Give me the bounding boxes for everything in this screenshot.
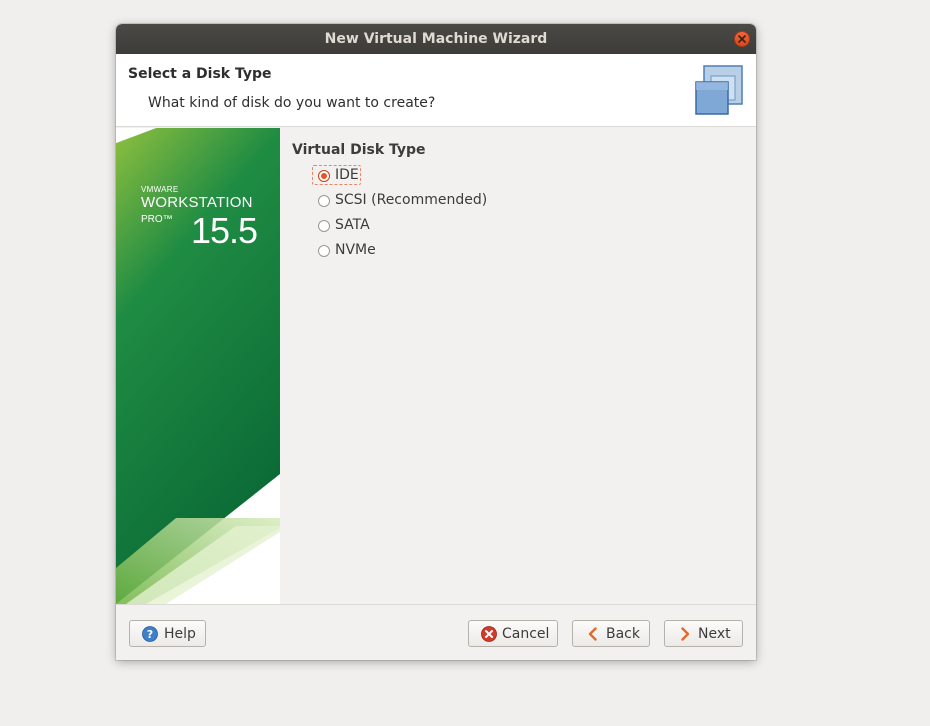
vmware-logo: VMWARE WORKSTATION PRO™ 15.5	[141, 185, 258, 250]
radio-button-checked[interactable]	[318, 170, 330, 182]
help-label: Help	[164, 626, 196, 642]
radio-label: NVMe	[335, 242, 376, 258]
cancel-icon	[481, 626, 497, 642]
window-title: New Virtual Machine Wizard	[324, 31, 548, 47]
help-icon: ?	[142, 626, 158, 642]
help-button[interactable]: ? Help	[129, 620, 206, 647]
radio-label: IDE	[335, 167, 359, 183]
next-label: Next	[698, 626, 731, 642]
brand-pro: PRO™	[141, 214, 173, 225]
radio-sata[interactable]: SATA	[312, 214, 732, 239]
vmware-banner: VMWARE WORKSTATION PRO™ 15.5	[116, 128, 280, 604]
chevron-left-icon	[588, 627, 597, 641]
section-title: Virtual Disk Type	[292, 142, 426, 158]
radio-nvme[interactable]: NVMe	[312, 239, 732, 264]
wizard-window: New Virtual Machine Wizard Select a Disk…	[116, 24, 756, 660]
close-icon	[738, 35, 746, 43]
radio-ide[interactable]: IDE	[312, 164, 732, 189]
close-button[interactable]	[734, 31, 750, 47]
wizard-header: Select a Disk Type What kind of disk do …	[116, 54, 756, 127]
radio-button[interactable]	[318, 195, 330, 207]
brand-workstation: WORKSTATION	[141, 194, 253, 211]
cancel-button[interactable]: Cancel	[468, 620, 558, 647]
radio-scsi[interactable]: SCSI (Recommended)	[312, 189, 732, 214]
next-button[interactable]: Next	[664, 620, 743, 647]
stacked-disks-icon	[695, 65, 743, 115]
title-bar[interactable]: New Virtual Machine Wizard	[116, 24, 756, 54]
radio-label: SATA	[335, 217, 370, 233]
back-label: Back	[606, 626, 640, 642]
radio-label: SCSI (Recommended)	[335, 192, 488, 208]
radio-button[interactable]	[318, 220, 330, 232]
footer-separator	[116, 604, 756, 605]
brand-version: 15.5	[191, 210, 258, 251]
radio-button[interactable]	[318, 245, 330, 257]
brand-vmware: VMWARE	[141, 185, 179, 194]
disk-type-panel: Virtual Disk Type IDE SCSI (Recommended)…	[292, 142, 732, 264]
desktop-background: New Virtual Machine Wizard Select a Disk…	[0, 0, 930, 726]
svg-text:?: ?	[147, 628, 153, 641]
cancel-label: Cancel	[502, 626, 550, 642]
back-button[interactable]: Back	[572, 620, 650, 647]
page-title: Select a Disk Type	[128, 66, 272, 82]
chevron-right-icon	[681, 627, 690, 641]
page-subtitle: What kind of disk do you want to create?	[148, 95, 436, 111]
